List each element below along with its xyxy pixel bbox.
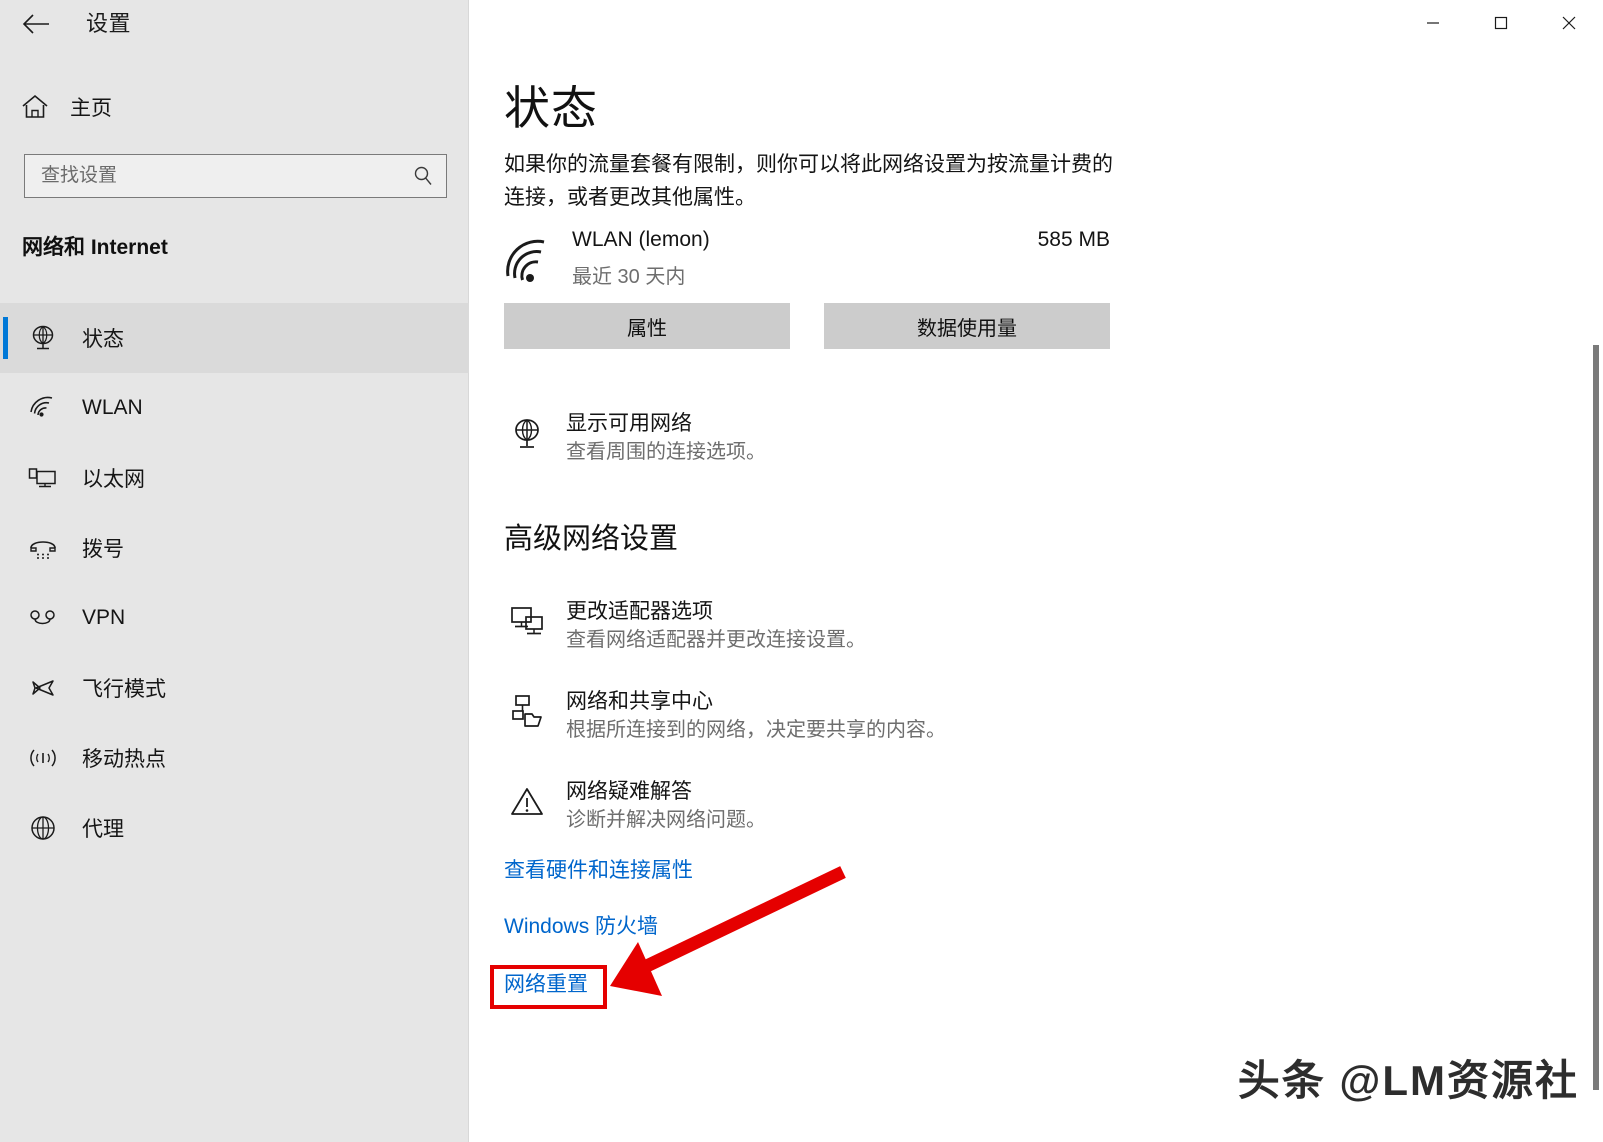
- sidebar-item-label: VPN: [82, 606, 126, 629]
- sidebar-item-dialup[interactable]: 拨号: [0, 513, 469, 583]
- sidebar-item-wlan[interactable]: WLAN: [0, 373, 469, 443]
- wifi-signal-icon: [504, 236, 560, 286]
- accent-bar: [3, 807, 8, 849]
- sidebar-item-label: 代理: [82, 818, 124, 841]
- link-windows-firewall[interactable]: Windows 防火墙: [504, 912, 658, 942]
- network-troubleshooter-row[interactable]: 网络疑难解答 诊断并解决网络问题。: [504, 778, 1124, 835]
- search-input[interactable]: [25, 155, 400, 197]
- accent-bar: [3, 667, 8, 709]
- accent-bar: [3, 597, 8, 639]
- advanced-section-heading: 高级网络设置: [504, 523, 679, 555]
- window-controls: [1399, 0, 1603, 46]
- back-arrow-icon: [22, 14, 49, 34]
- connection-summary: WLAN (lemon) 最近 30 天内 585 MB: [504, 228, 1110, 290]
- row-subtitle: 诊断并解决网络问题。: [566, 809, 766, 831]
- globe-network-icon: [504, 410, 550, 456]
- sidebar-item-vpn[interactable]: VPN: [0, 583, 469, 653]
- hotspot-icon: [16, 742, 70, 774]
- sidebar-item-ethernet[interactable]: 以太网: [0, 443, 469, 513]
- app-title: 设置: [86, 11, 132, 36]
- page-title: 状态: [504, 82, 598, 134]
- change-adapter-options-row[interactable]: 更改适配器选项 查看网络适配器并更改连接设置。: [504, 598, 1124, 655]
- watermark-text: 头条 @LM资源社: [1237, 1057, 1579, 1104]
- sidebar-item-label: 以太网: [82, 468, 145, 491]
- intro-text: 如果你的流量套餐有限制，则你可以将此网络设置为按流量计费的连接，或者更改其他属性…: [504, 153, 1113, 209]
- sidebar-item-proxy[interactable]: 代理: [0, 793, 469, 863]
- connection-subtitle: 最近 30 天内: [572, 266, 686, 288]
- vpn-icon: [16, 602, 70, 634]
- sidebar: 主页 网络和 Internet: [0, 0, 469, 1142]
- home-icon: [22, 94, 48, 118]
- sidebar-item-label: 状态: [82, 328, 124, 351]
- close-button[interactable]: [1535, 0, 1603, 46]
- accent-bar: [3, 527, 8, 569]
- link-hardware-connection-properties[interactable]: 查看硬件和连接属性: [504, 856, 693, 886]
- settings-window: 设置 主页 查找设置 网络和 Internet 状态 WLAN 以太网 拨号 V…: [0, 0, 1603, 1142]
- accent-bar: [3, 737, 8, 779]
- sidebar-item-label: WLAN: [82, 396, 143, 419]
- ethernet-icon: [16, 462, 70, 494]
- sidebar-nav-list: 状态 WLAN 以太网 拨号 VPN 飞行模式 移动热点 代理: [0, 303, 469, 863]
- sharing-center-icon: [504, 688, 550, 734]
- close-icon: [1562, 16, 1576, 30]
- link-network-reset[interactable]: 网络重置: [504, 970, 588, 1000]
- row-subtitle: 查看网络适配器并更改连接设置。: [566, 629, 866, 651]
- sidebar-item-status[interactable]: 状态: [0, 303, 469, 373]
- row-subtitle: 根据所连接到的网络，决定要共享的内容。: [566, 719, 946, 741]
- airplane-icon: [16, 672, 70, 704]
- network-sharing-center-row[interactable]: 网络和共享中心 根据所连接到的网络，决定要共享的内容。: [504, 688, 1124, 745]
- row-title: 网络和共享中心: [566, 690, 713, 713]
- properties-button[interactable]: 属性: [504, 303, 790, 349]
- search-box[interactable]: [24, 154, 447, 198]
- sidebar-item-mobile-hotspot[interactable]: 移动热点: [0, 723, 469, 793]
- title-bar: 设置: [0, 0, 1603, 48]
- row-title: 更改适配器选项: [566, 600, 713, 623]
- maximize-icon: [1494, 16, 1508, 30]
- sidebar-item-label: 移动热点: [82, 748, 166, 771]
- main-content: 状态 如果你的流量套餐有限制，则你可以将此网络设置为按流量计费的连接，或者更改其…: [470, 0, 1603, 1142]
- back-button[interactable]: [14, 2, 60, 46]
- proxy-globe-icon: [16, 812, 70, 844]
- row-subtitle: 查看周围的连接选项。: [566, 441, 766, 463]
- sidebar-item-home[interactable]: 主页: [20, 86, 240, 128]
- wifi-icon: [16, 392, 70, 424]
- connection-name: WLAN (lemon): [572, 228, 710, 251]
- sidebar-item-airplane-mode[interactable]: 飞行模式: [0, 653, 469, 723]
- search-icon: [400, 155, 446, 197]
- minimize-button[interactable]: [1399, 0, 1467, 46]
- accent-bar: [3, 457, 8, 499]
- sidebar-group-title: 网络和 Internet: [22, 236, 168, 259]
- row-title: 显示可用网络: [566, 412, 692, 435]
- dialup-phone-icon: [16, 532, 70, 564]
- connection-usage: 585 MB: [1037, 228, 1110, 251]
- warning-triangle-icon: [504, 778, 550, 824]
- globe-status-icon: [16, 322, 70, 354]
- main-scrollbar-thumb[interactable]: [1593, 345, 1599, 1090]
- row-title: 网络疑难解答: [566, 780, 692, 803]
- data-usage-button[interactable]: 数据使用量: [824, 303, 1110, 349]
- maximize-button[interactable]: [1467, 0, 1535, 46]
- sidebar-item-label: 拨号: [82, 538, 124, 561]
- show-available-networks-row[interactable]: 显示可用网络 查看周围的连接选项。: [504, 410, 1124, 467]
- minimize-icon: [1427, 22, 1439, 24]
- sidebar-home-label: 主页: [70, 97, 112, 120]
- accent-bar: [3, 387, 8, 429]
- selected-accent-bar: [3, 317, 8, 359]
- sidebar-item-label: 飞行模式: [82, 678, 166, 701]
- monitor-adapter-icon: [504, 598, 550, 644]
